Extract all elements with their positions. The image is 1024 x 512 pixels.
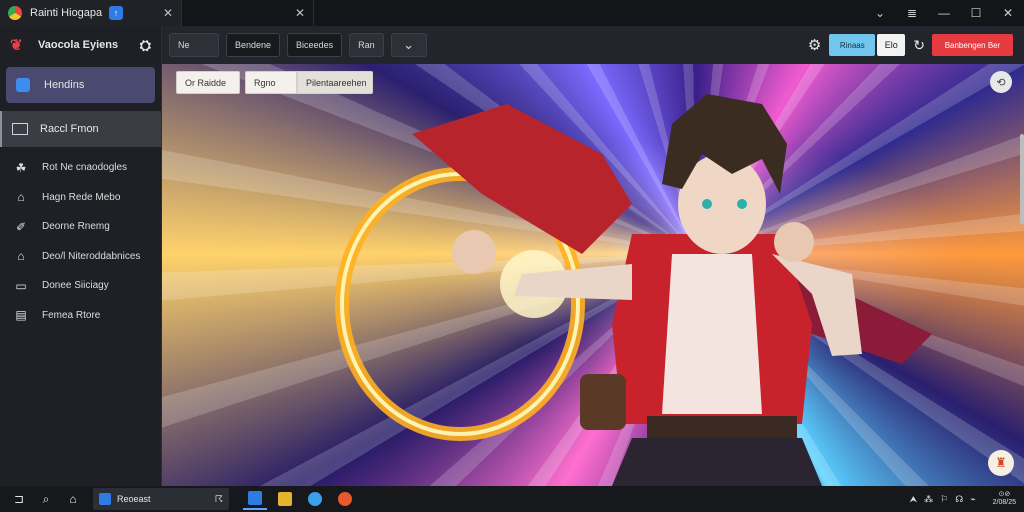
tab-active[interactable]: Rainti Hiogapa ↑ ✕	[0, 0, 182, 26]
chip-2[interactable]: Rgno	[245, 71, 297, 94]
toolbar-button-4[interactable]: Ran	[349, 33, 384, 57]
pouch	[580, 374, 626, 430]
volume-icon[interactable]: ☊	[955, 494, 963, 505]
sidebar-item-6[interactable]: ▤ Femea Rtore	[0, 301, 161, 331]
toolbar-button-2[interactable]: Bendene	[226, 33, 281, 57]
logo-icon: ❦	[10, 37, 23, 54]
chevron-up-icon[interactable]: ⮝	[909, 494, 917, 505]
brand-title: Vaocola Eyiens	[38, 39, 119, 51]
sidebar-item-label: Hagn Rede Mebo	[42, 191, 121, 203]
sidebar-item-label: Deo/l Niteroddabnices	[42, 250, 141, 262]
chip-3[interactable]: Pilentaareehen	[297, 71, 373, 94]
shirt	[662, 254, 762, 414]
clock-date: 2/08/25	[992, 499, 1016, 506]
brand: ❦ Vaocola Eyiens ⛭	[0, 26, 161, 64]
search-icon[interactable]: ⌕	[38, 492, 54, 507]
close-button[interactable]: ✕	[992, 0, 1024, 26]
primary-action-button[interactable]: Rinaas	[829, 34, 876, 56]
danger-action-button[interactable]: Banbengen Ber	[932, 34, 1013, 56]
refresh-icon[interactable]: ↻	[913, 37, 925, 54]
network-icon[interactable]: ⁂	[924, 494, 933, 505]
right-fist	[774, 222, 814, 262]
toolbar-button-3[interactable]: Biceedes	[287, 33, 343, 57]
secondary-action-button[interactable]: Elo	[877, 34, 906, 56]
sidebar-item-selected[interactable]: Raccl Fmon	[0, 111, 161, 147]
filter-chips: Or Raidde Rgno Pilentaareehen	[176, 71, 373, 94]
belt	[647, 416, 797, 438]
home-icon: ⌂	[17, 190, 25, 205]
sidebar-item-1[interactable]: ☘ Rot Ne cnaodogles	[0, 153, 161, 183]
shield-icon	[16, 78, 30, 92]
taskbar-app-folder[interactable]	[273, 488, 297, 510]
feedback-button[interactable]: ♜	[988, 450, 1014, 476]
sidebar-item-label: Hendins	[44, 79, 85, 91]
hero-illustration	[335, 94, 932, 486]
tab-second[interactable]: ✕	[182, 0, 314, 26]
taskbar-search[interactable]: Reoeast ☈	[93, 488, 229, 510]
pants	[612, 438, 822, 486]
flag-icon[interactable]: ⚐	[940, 494, 948, 505]
taskbar-app-browser[interactable]	[303, 488, 327, 510]
badge-icon[interactable]: ⛭	[140, 37, 151, 54]
folder-icon	[278, 492, 292, 506]
toolbar-actions: ⚙ Rinaas Elo ↻ Banbengen Ber	[808, 34, 1024, 56]
minimize-button[interactable]: —	[928, 0, 960, 26]
widgets-icon[interactable]: ⌂	[65, 492, 81, 506]
chevron-down-icon[interactable]: ⌄	[390, 33, 427, 57]
right-eye	[737, 199, 747, 209]
sidebar-item-3[interactable]: ✐ Deorne Rnemg	[0, 212, 161, 242]
left-eye	[702, 199, 712, 209]
taskbar-app-media[interactable]	[333, 488, 357, 510]
clock-time: ⊙⊘	[998, 491, 1011, 498]
menu-icon[interactable]: ≣	[896, 0, 928, 26]
window-icon	[12, 123, 28, 135]
media-icon	[338, 492, 352, 506]
extension-icon[interactable]: ↑	[108, 6, 123, 20]
sidebar-item-label: Raccl Fmon	[40, 123, 99, 135]
sidebar-primary-button[interactable]: Hendins	[6, 67, 155, 103]
sidebar-item-label: Deorne Rnemg	[42, 221, 110, 233]
chevron-down-icon[interactable]: ⌄	[864, 0, 896, 26]
leaf-icon: ☘	[15, 160, 27, 175]
scrollbar[interactable]	[1020, 134, 1024, 224]
sidebar: ❦ Vaocola Eyiens ⛭ Hendins Raccl Fmon ☘ …	[0, 26, 162, 486]
tab-bar: Rainti Hiogapa ↑ ✕ ✕ ⌄ ≣ — ☐ ✕	[0, 0, 1024, 26]
chip-1[interactable]: Or Raidde	[176, 71, 240, 94]
tab-close-icon[interactable]: ✕	[163, 6, 173, 20]
system-tray: ⮝ ⁂ ⚐ ☊ ⌁ ⊙⊘ 2/08/25	[902, 491, 1024, 507]
maximize-button[interactable]: ☐	[960, 0, 992, 26]
browser-icon	[8, 6, 22, 20]
browser-icon	[308, 492, 322, 506]
sidebar-item-label: Rot Ne cnaodogles	[42, 162, 128, 174]
battery-icon[interactable]: ⌁	[970, 494, 975, 505]
gear-icon[interactable]: ⚙	[808, 36, 821, 54]
frame-icon: ▭	[15, 278, 27, 293]
home-icon: ⌂	[17, 249, 25, 264]
tab-title: Rainti Hiogapa	[30, 7, 103, 19]
taskbar: ⊐ ⌕ ⌂ Reoeast ☈ ⮝ ⁂ ⚐ ☊ ⌁ ⊙⊘ 2/08/25	[0, 486, 1024, 512]
clock[interactable]: ⊙⊘ 2/08/25	[986, 491, 1016, 507]
left-fist	[452, 230, 496, 274]
toolbar: Ne Bendene Biceedes Ran ⌄ ⚙ Rinaas Elo ↻…	[162, 26, 1024, 64]
sidebar-item-4[interactable]: ⌂ Deo/l Niteroddabnices	[0, 242, 161, 272]
taskbar-app-window[interactable]	[243, 488, 267, 510]
window-app-icon	[248, 491, 262, 505]
toolbar-button-1[interactable]: Ne	[169, 33, 219, 57]
search-value: Reoeast	[117, 494, 151, 504]
history-icon[interactable]: ⟲	[990, 71, 1012, 93]
sidebar-item-2[interactable]: ⌂ Hagn Rede Mebo	[0, 183, 161, 213]
app-icon	[99, 493, 111, 505]
tab-close-icon[interactable]: ✕	[295, 6, 305, 20]
pen-icon: ✐	[15, 219, 27, 234]
window-controls: ⌄ ≣ — ☐ ✕	[864, 0, 1024, 26]
sidebar-item-label: Femea Rtore	[42, 309, 101, 321]
sidebar-item-5[interactable]: ▭ Donee Siiciagy	[0, 271, 161, 301]
list-icon: ▤	[15, 308, 27, 323]
artwork-canvas: Or Raidde Rgno Pilentaareehen ⟲ ♜	[162, 64, 1024, 486]
weather-icon: ☈	[214, 493, 223, 504]
sidebar-item-label: Donee Siiciagy	[42, 280, 109, 292]
start-icon[interactable]: ⊐	[11, 492, 27, 506]
